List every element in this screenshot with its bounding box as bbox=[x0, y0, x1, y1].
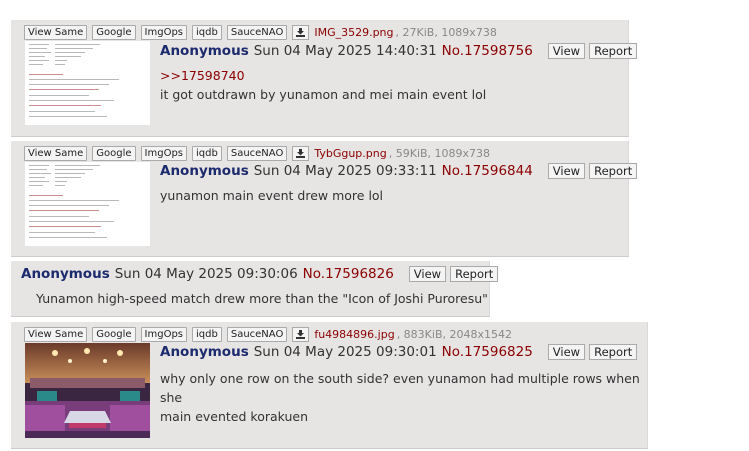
file-name-link[interactable]: fu4984896.jpg bbox=[314, 328, 394, 341]
file-meta: , 59KiB, 1089x738 bbox=[388, 147, 491, 160]
post-body: >>17598740 it got outdrawn by yunamon an… bbox=[160, 66, 486, 104]
imgops-button[interactable]: ImgOps bbox=[140, 146, 188, 161]
report-button[interactable]: Report bbox=[589, 163, 638, 179]
file-name-link[interactable]: IMG_3529.png bbox=[314, 26, 393, 39]
view-same-button[interactable]: View Same bbox=[24, 327, 88, 342]
post-text: it got outdrawn by yunamon and mei main … bbox=[160, 87, 487, 102]
report-button[interactable]: Report bbox=[450, 266, 499, 282]
post-date: Sun 04 May 2025 09:30:06 bbox=[114, 266, 298, 282]
view-button[interactable]: View bbox=[547, 163, 586, 179]
post-body: why only one row on the south side? even… bbox=[160, 369, 647, 426]
saucenao-button[interactable]: SauceNAO bbox=[226, 327, 288, 342]
download-icon[interactable] bbox=[292, 25, 310, 40]
saucenao-button[interactable]: SauceNAO bbox=[226, 146, 288, 161]
view-button[interactable]: View bbox=[547, 344, 586, 360]
view-button[interactable]: View bbox=[547, 43, 586, 59]
iqdb-button[interactable]: iqdb bbox=[192, 146, 222, 161]
iqdb-button[interactable]: iqdb bbox=[192, 25, 222, 40]
google-button[interactable]: Google bbox=[92, 25, 136, 40]
post-number[interactable]: No.17596826 bbox=[303, 266, 394, 282]
report-button[interactable]: Report bbox=[589, 43, 638, 59]
file-name-link[interactable]: TybGgup.png bbox=[314, 147, 386, 160]
post: View Same Google ImgOps iqdb SauceNAO IM… bbox=[11, 20, 638, 137]
post: Anonymous Sun 04 May 2025 09:30:06 No.17… bbox=[11, 261, 499, 317]
imgops-button[interactable]: ImgOps bbox=[140, 25, 188, 40]
post: View Same Google ImgOps iqdb SauceNAO Ty… bbox=[11, 141, 638, 257]
thumbnail-image[interactable] bbox=[25, 343, 150, 438]
iqdb-button[interactable]: iqdb bbox=[192, 327, 222, 342]
file-info-bar: View Same Google ImgOps iqdb SauceNAO fu… bbox=[24, 327, 512, 342]
quote-link[interactable]: >>17598740 bbox=[160, 66, 486, 85]
post-number[interactable]: No.17598756 bbox=[442, 43, 533, 59]
post-text-line: why only one row on the south side? even… bbox=[160, 371, 640, 405]
poster-name: Anonymous bbox=[160, 344, 249, 360]
file-info-bar: View Same Google ImgOps iqdb SauceNAO Ty… bbox=[24, 146, 490, 161]
file-meta: , 27KiB, 1089x738 bbox=[395, 26, 497, 39]
post-number[interactable]: No.17596844 bbox=[442, 163, 533, 179]
view-same-button[interactable]: View Same bbox=[24, 146, 88, 161]
post-date: Sun 04 May 2025 09:33:11 bbox=[253, 163, 437, 179]
poster-name: Anonymous bbox=[21, 266, 110, 282]
post-body: Yunamon high-speed match drew more than … bbox=[36, 289, 488, 308]
post-header: Anonymous Sun 04 May 2025 14:40:31 No.17… bbox=[160, 43, 641, 59]
download-icon[interactable] bbox=[292, 146, 310, 161]
post-text-line: main evented korakuen bbox=[160, 409, 309, 424]
post-date: Sun 04 May 2025 09:30:01 bbox=[253, 344, 437, 360]
post-text: yunamon main event drew more lol bbox=[160, 188, 384, 203]
google-button[interactable]: Google bbox=[92, 146, 136, 161]
saucenao-button[interactable]: SauceNAO bbox=[226, 25, 288, 40]
thumbnail-image[interactable] bbox=[25, 162, 150, 246]
post-header: Anonymous Sun 04 May 2025 09:33:11 No.17… bbox=[160, 163, 641, 179]
post-number[interactable]: No.17596825 bbox=[442, 344, 533, 360]
post-header: Anonymous Sun 04 May 2025 09:30:01 No.17… bbox=[160, 344, 641, 360]
poster-name: Anonymous bbox=[160, 43, 249, 59]
post-header: Anonymous Sun 04 May 2025 09:30:06 No.17… bbox=[21, 266, 502, 282]
poster-name: Anonymous bbox=[160, 163, 249, 179]
view-same-button[interactable]: View Same bbox=[24, 25, 88, 40]
file-info-bar: View Same Google ImgOps iqdb SauceNAO IM… bbox=[24, 25, 497, 40]
post: View Same Google ImgOps iqdb SauceNAO fu… bbox=[11, 322, 648, 449]
imgops-button[interactable]: ImgOps bbox=[140, 327, 188, 342]
view-button[interactable]: View bbox=[408, 266, 447, 282]
post-body: yunamon main event drew more lol bbox=[160, 186, 383, 205]
post-text: Yunamon high-speed match drew more than … bbox=[36, 291, 488, 306]
thumbnail-image[interactable] bbox=[25, 41, 150, 125]
google-button[interactable]: Google bbox=[92, 327, 136, 342]
download-icon[interactable] bbox=[292, 327, 310, 342]
post-date: Sun 04 May 2025 14:40:31 bbox=[253, 43, 437, 59]
file-meta: , 883KiB, 2048x1542 bbox=[396, 328, 512, 341]
report-button[interactable]: Report bbox=[589, 344, 638, 360]
